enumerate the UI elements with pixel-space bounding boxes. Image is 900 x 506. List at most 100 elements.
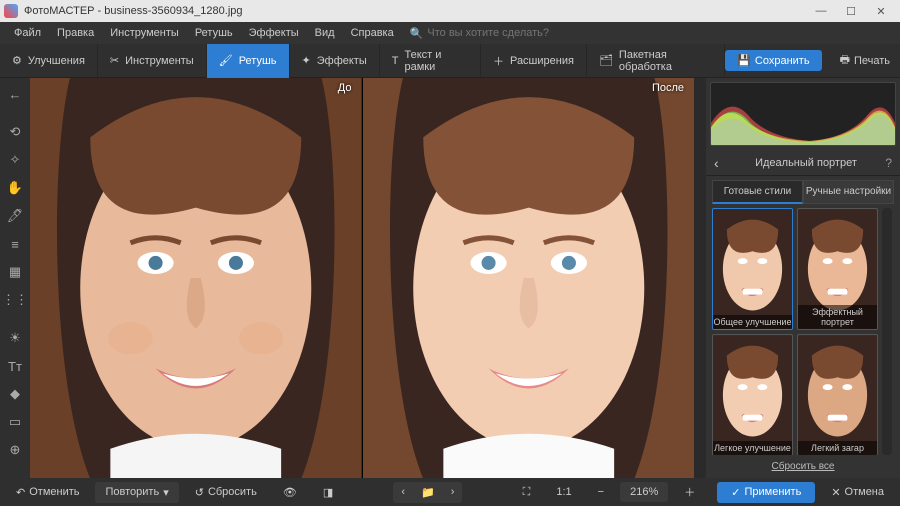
tool-globe-icon[interactable]: ⊕	[3, 438, 27, 462]
before-image	[30, 78, 362, 478]
menu-effects[interactable]: Эффекты	[241, 27, 307, 39]
menu-retouch[interactable]: Ретушь	[187, 27, 241, 39]
undo-button[interactable]: ↶ Отменить	[6, 482, 89, 503]
canvas[interactable]: До После	[30, 78, 706, 478]
cancel-button[interactable]: ✕ Отмена	[821, 482, 894, 503]
maximize-button[interactable]: ☐	[836, 0, 866, 22]
reset-all-link[interactable]: Сбросить все	[706, 455, 900, 478]
preset-scrollbar[interactable]	[882, 208, 892, 455]
subtab-manual[interactable]: Ручные настройки	[803, 180, 894, 204]
preset-item[interactable]: Эффектный портрет	[797, 208, 878, 330]
undo-label: Отменить	[29, 486, 79, 498]
zoom-value[interactable]: 216%	[620, 482, 668, 502]
actual-size-button[interactable]: 1:1	[546, 482, 581, 502]
app-logo-icon	[4, 4, 18, 18]
tool-sliders-icon[interactable]: ≡	[3, 232, 27, 256]
tool-heal-icon[interactable]: ✧	[3, 148, 27, 172]
tool-hand-icon[interactable]: ✋	[3, 176, 27, 200]
tool-bucket-icon[interactable]: ◆	[3, 382, 27, 406]
panel-subtabs: Готовые стили Ручные настройки	[712, 180, 894, 204]
minimize-button[interactable]: —	[806, 0, 836, 22]
window-title: ФотоМАСТЕР - business-3560934_1280.jpg	[24, 5, 806, 17]
print-button[interactable]: 🖶 Печать	[830, 47, 900, 74]
tool-back-icon[interactable]: ←	[3, 82, 27, 106]
zoom-in-button[interactable]: ＋	[674, 480, 705, 504]
tool-text-icon[interactable]: Tᴛ	[3, 354, 27, 378]
chevron-down-icon: ▾	[163, 486, 169, 499]
menu-edit[interactable]: Правка	[49, 27, 102, 39]
menu-search[interactable]: 🔍	[410, 27, 568, 40]
print-icon: 🖶	[840, 51, 850, 70]
before-label: До	[338, 82, 352, 94]
tool-grid-icon[interactable]: ▦	[3, 260, 27, 284]
prev-file-button[interactable]: ‹	[393, 482, 413, 503]
reset-label: Сбросить	[208, 486, 257, 498]
crop-icon: ✂	[110, 54, 119, 67]
canvas-scrollbar[interactable]	[694, 78, 706, 478]
preset-label: Легкое улучшение	[713, 441, 792, 455]
tool-brush-icon[interactable]: 🖊	[3, 204, 27, 228]
close-button[interactable]: ✕	[866, 0, 896, 22]
brush-icon: 🖌	[219, 54, 233, 67]
preset-item[interactable]: Легкий загар	[797, 334, 878, 455]
tab-label: Эффекты	[317, 55, 367, 67]
folder-button[interactable]: 📁	[413, 482, 443, 503]
tab-label: Инструменты	[125, 55, 194, 67]
undo-icon: ↶	[16, 486, 25, 499]
text-icon: T	[392, 55, 399, 67]
zoom-out-button[interactable]: −	[588, 482, 614, 502]
panel-back-icon[interactable]: ‹	[714, 155, 719, 171]
toolbar: ⚙Улучшения ✂ Инструменты 🖌Ретушь ✦ Эффекты…	[0, 44, 900, 78]
panel-header: ‹ Идеальный портрет ?	[706, 150, 900, 176]
presets-grid: Общее улучшение Эффектный портрет Легкое…	[712, 208, 878, 455]
tool-frame-icon[interactable]: ▭	[3, 410, 27, 434]
reset-icon: ↺	[195, 486, 204, 499]
tab-label: Улучшения	[28, 55, 85, 67]
eye-icon: 👁	[283, 486, 297, 499]
preset-label: Эффектный портрет	[798, 305, 877, 329]
next-file-button[interactable]: ›	[443, 482, 463, 503]
tab-text-frames[interactable]: T Текст и рамки	[380, 44, 481, 78]
plus-icon: ＋	[684, 484, 695, 500]
save-label: Сохранить	[755, 55, 810, 67]
close-icon: ✕	[831, 486, 840, 499]
tab-enhance[interactable]: ⚙Улучшения	[0, 44, 98, 78]
menu-view[interactable]: Вид	[307, 27, 343, 39]
after-label: После	[652, 82, 684, 94]
search-icon: 🔍	[410, 27, 424, 40]
save-button[interactable]: 💾Сохранить	[725, 50, 821, 71]
tab-effects[interactable]: ✦ Эффекты	[290, 44, 380, 78]
search-input[interactable]	[427, 27, 567, 39]
tab-label: Расширения	[510, 55, 574, 67]
tool-rotate-icon[interactable]: ⟲	[3, 120, 27, 144]
tab-retouch[interactable]: 🖌Ретушь	[207, 44, 290, 78]
preset-item[interactable]: Легкое улучшение	[712, 334, 793, 455]
preset-item[interactable]: Общее улучшение	[712, 208, 793, 330]
redo-button[interactable]: Повторить ▾	[95, 482, 178, 503]
tab-batch[interactable]: 🗂Пакетная обработка	[587, 44, 725, 78]
menu-instruments[interactable]: Инструменты	[102, 27, 187, 39]
before-pane: До	[30, 78, 362, 478]
menubar: Файл Правка Инструменты Ретушь Эффекты В…	[0, 22, 900, 44]
subtab-presets[interactable]: Готовые стили	[712, 180, 803, 204]
tab-label: Текст и рамки	[404, 49, 467, 73]
sparkle-icon: ✦	[302, 54, 311, 67]
after-image	[363, 78, 695, 478]
menu-help[interactable]: Справка	[343, 27, 402, 39]
compare-toggle[interactable]: ◨	[313, 482, 343, 503]
tool-sun-icon[interactable]: ☀	[3, 326, 27, 350]
tool-dots-icon[interactable]: ⋮⋮	[3, 288, 27, 312]
cancel-label: Отмена	[845, 486, 884, 498]
eye-toggle[interactable]: 👁	[273, 482, 307, 503]
apply-button[interactable]: ✓Применить	[717, 482, 815, 503]
tab-extensions[interactable]: ＋Расширения	[481, 44, 587, 78]
print-label: Печать	[854, 55, 890, 67]
menu-file[interactable]: Файл	[6, 27, 49, 39]
help-icon[interactable]: ?	[885, 156, 892, 170]
reset-button[interactable]: ↺ Сбросить	[185, 482, 267, 503]
tab-instruments[interactable]: ✂ Инструменты	[98, 44, 207, 78]
file-nav: ‹ 📁 ›	[393, 482, 462, 503]
preset-label: Легкий загар	[798, 441, 877, 455]
check-icon: ✓	[731, 486, 740, 499]
fit-button[interactable]: ⛶	[513, 482, 541, 503]
